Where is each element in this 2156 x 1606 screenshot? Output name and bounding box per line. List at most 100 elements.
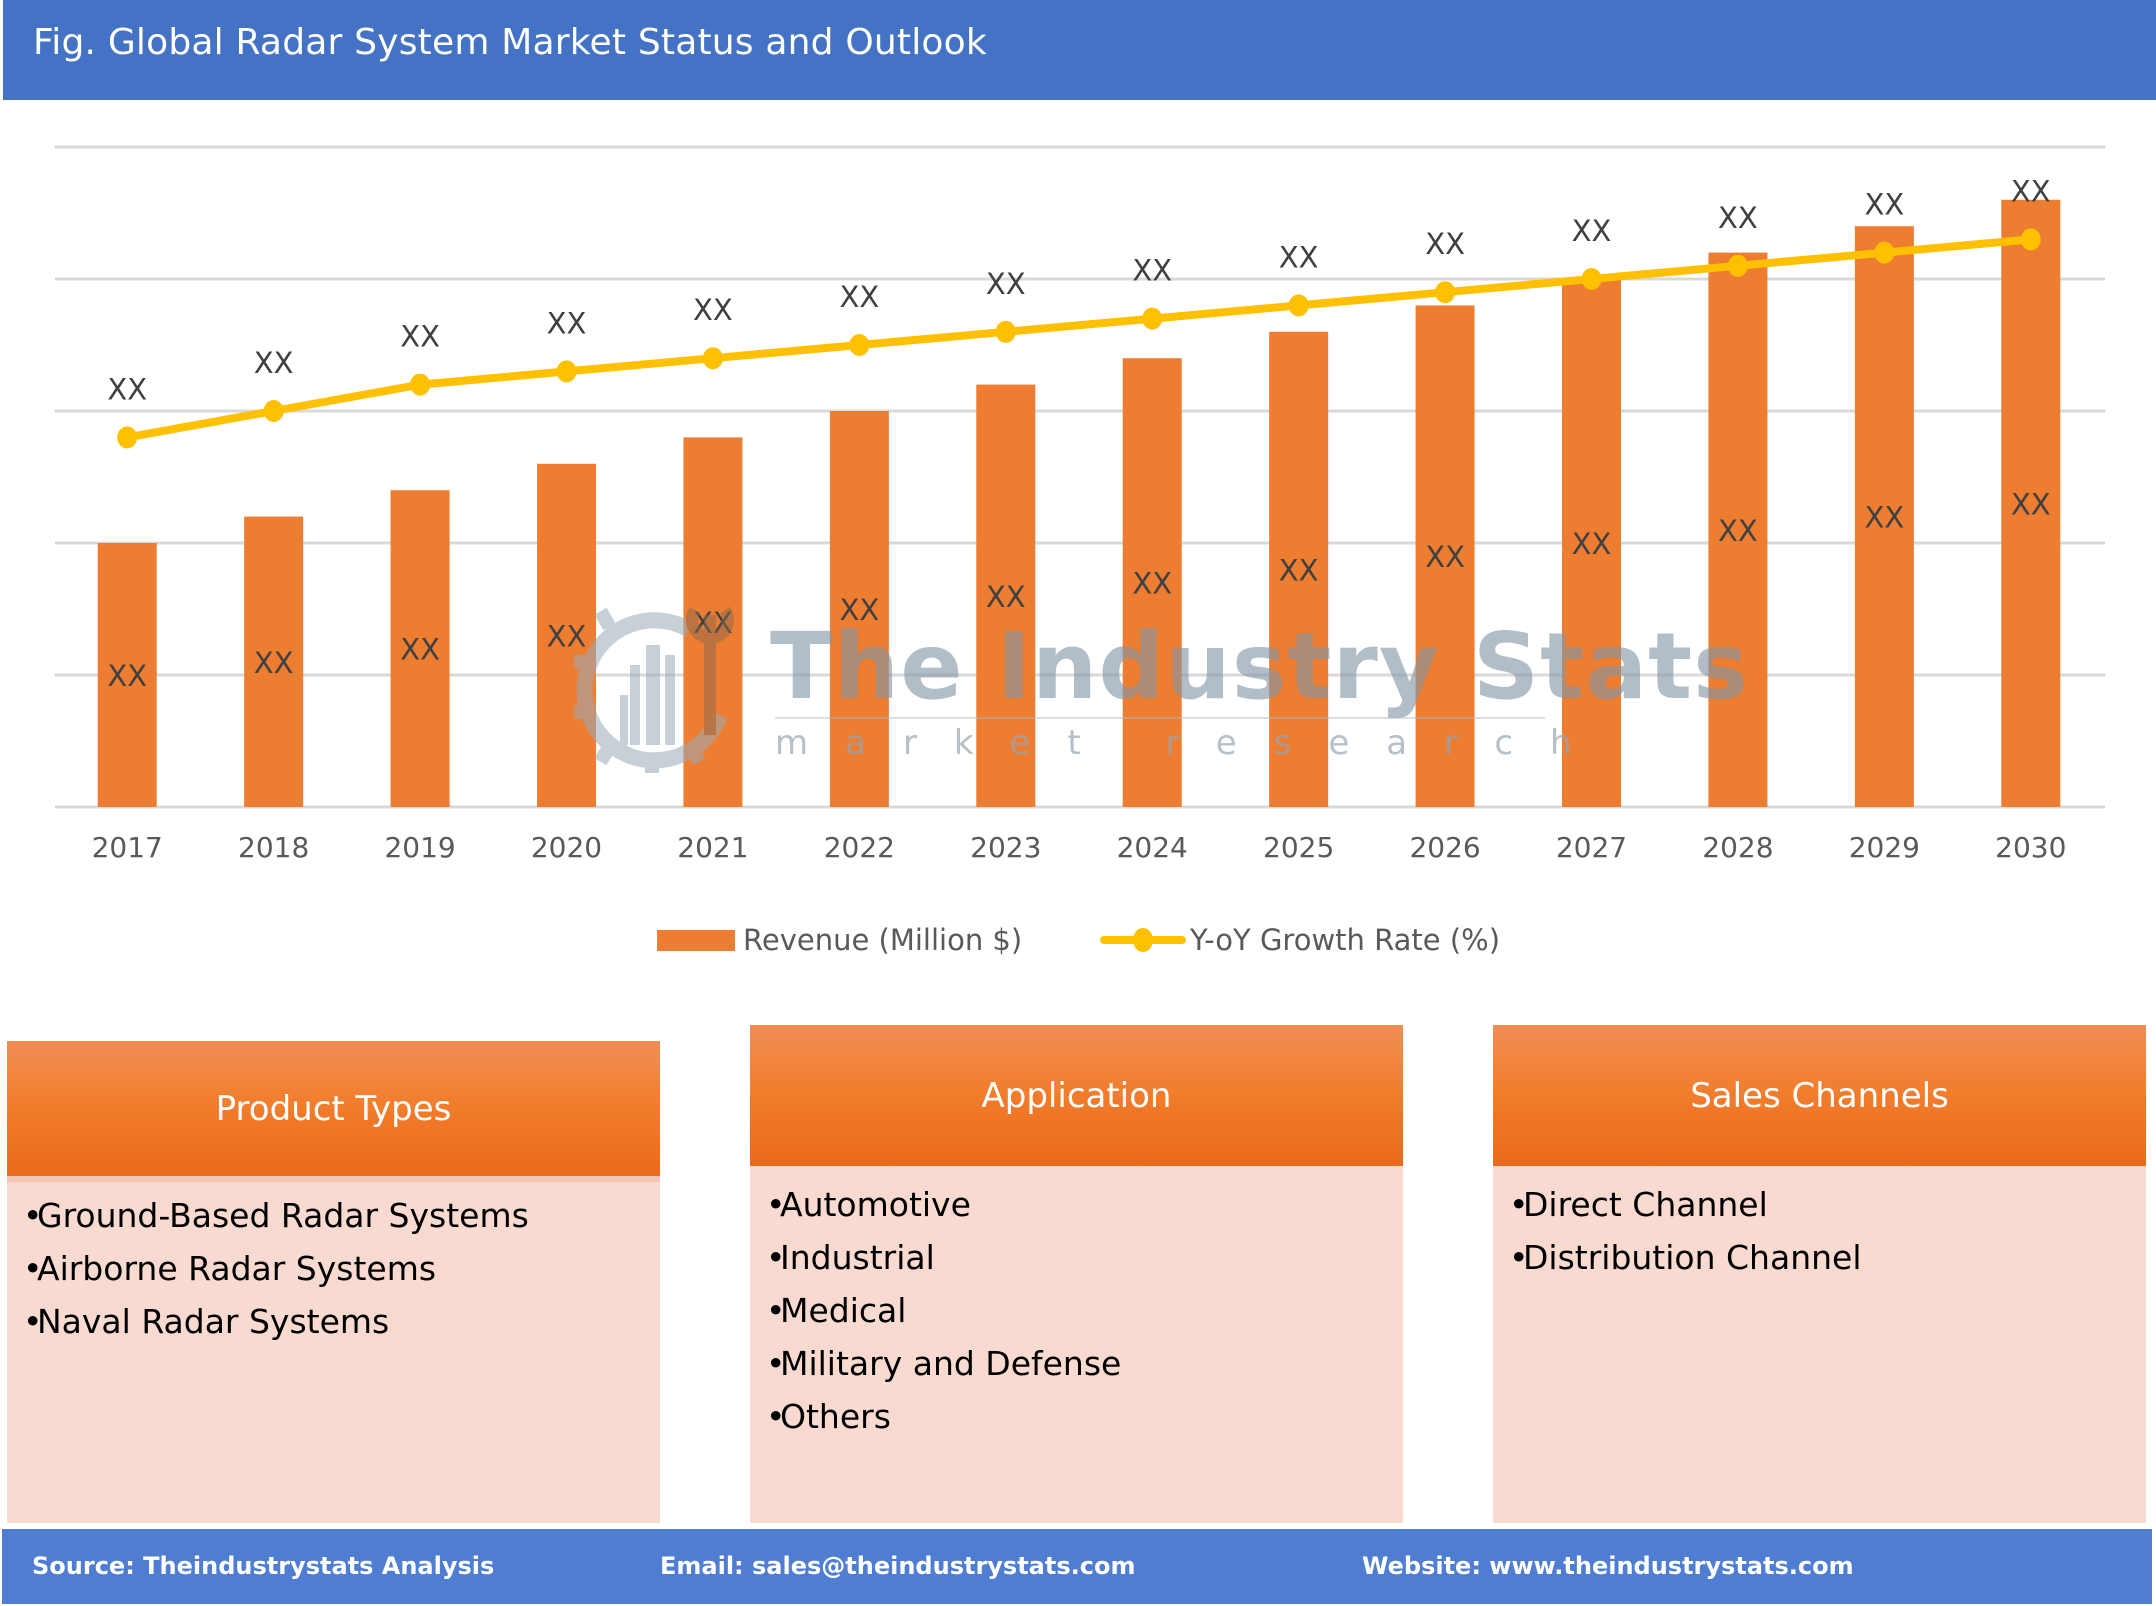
x-tick-label: 2029	[1849, 831, 1920, 864]
legend-label-growth: Y-oY Growth Rate (%)	[1190, 923, 1501, 957]
growth-data-label: XX	[693, 293, 733, 327]
footer-source: Source: Theindustrystats Analysis	[32, 1552, 495, 1580]
revenue-data-label: XX	[1132, 567, 1172, 601]
growth-marker-2029	[1874, 241, 1895, 264]
list-item-text: Automotive	[780, 1185, 971, 1224]
growth-marker-2020	[556, 360, 577, 383]
list-item-text: Direct Channel	[1523, 1185, 1768, 1224]
revenue-data-label: XX	[1864, 501, 1904, 535]
x-tick-label: 2022	[824, 831, 895, 864]
bullet-icon: •	[766, 1397, 786, 1436]
growth-data-label: XX	[1718, 201, 1758, 235]
segment-header: Product Types	[7, 1041, 660, 1176]
growth-data-label: XX	[254, 346, 294, 380]
x-tick-label: 2025	[1263, 831, 1334, 864]
segment-header: Application	[750, 1025, 1403, 1166]
line-marker-swatch-icon	[1100, 918, 1186, 962]
segment-list: •Automotive •Industrial •Medical •Milita…	[766, 1178, 1393, 1443]
chart-legend: Revenue (Million $) Y-oY Growth Rate (%)	[0, 918, 2156, 962]
segment-box-sales-channels: Sales Channels •Direct Channel •Distribu…	[1493, 1025, 2146, 1523]
growth-data-label: XX	[547, 306, 587, 340]
growth-marker-2019	[410, 373, 431, 396]
segment-list: •Direct Channel •Distribution Channel	[1509, 1178, 2136, 1284]
segment-title: Sales Channels	[1690, 1075, 1949, 1116]
bullet-icon: •	[1509, 1185, 1529, 1224]
footer: Source: Theindustrystats Analysis Email:…	[2, 1529, 2152, 1604]
revenue-data-label: XX	[1279, 553, 1319, 587]
x-tick-label: 2028	[1702, 831, 1773, 864]
x-tick-label: 2019	[384, 831, 455, 864]
footer-email[interactable]: Email: sales@theindustrystats.com	[660, 1552, 1135, 1580]
bullet-icon: •	[23, 1249, 43, 1288]
chart: XX XX XX XX XX XX XX XX XX XX XX XX XX XX XX XX XX XX XX X…	[55, 145, 2105, 864]
growth-data-label: XX	[1132, 254, 1172, 288]
list-item: •Airborne Radar Systems	[23, 1242, 650, 1295]
list-item: •Military and Defense	[766, 1337, 1393, 1390]
footer-website[interactable]: Website: www.theindustrystats.com	[1362, 1552, 1854, 1580]
growth-marker-2022	[849, 334, 870, 356]
list-item-text: Others	[780, 1397, 891, 1436]
growth-data-label: XX	[839, 280, 879, 314]
growth-data-label: XX	[107, 372, 147, 406]
segment-box-application: Application •Automotive •Industrial •Med…	[750, 1025, 1403, 1523]
x-axis-tick-labels: 2017 2018 2019 2020 2021 2022 2023 2024 2025 2026…	[92, 831, 2067, 864]
x-tick-label: 2020	[531, 831, 602, 864]
list-item: •Automotive	[766, 1178, 1393, 1231]
growth-data-label: XX	[986, 267, 1026, 301]
growth-data-label: XX	[1864, 188, 1904, 222]
list-item-text: Medical	[780, 1291, 907, 1330]
revenue-data-label: XX	[1718, 514, 1758, 548]
list-item-text: Airborne Radar Systems	[37, 1249, 437, 1288]
list-item-text: Industrial	[780, 1238, 935, 1277]
growth-marker-2030	[2020, 228, 2041, 251]
growth-marker-2017	[117, 426, 138, 449]
revenue-data-label: XX	[107, 659, 147, 693]
x-tick-label: 2026	[1409, 831, 1480, 864]
segment-box-product-types: Product Types •Ground-Based Radar System…	[7, 1041, 660, 1523]
growth-data-label: XX	[1572, 214, 1612, 248]
growth-marker-2024	[1142, 307, 1163, 330]
list-item-text: Distribution Channel	[1523, 1238, 1862, 1277]
bullet-icon: •	[766, 1344, 786, 1383]
growth-data-label: XX	[400, 320, 440, 354]
list-item-text: Military and Defense	[780, 1344, 1122, 1383]
growth-marker-2027	[1581, 268, 1602, 290]
revenue-data-label: XX	[1425, 540, 1465, 574]
revenue-data-label: XX	[547, 619, 587, 653]
title-bar: Fig. Global Radar System Market Status a…	[3, 0, 2156, 100]
bullet-icon: •	[766, 1185, 786, 1224]
list-item-text: Naval Radar Systems	[37, 1302, 390, 1341]
growth-marker-2023	[995, 320, 1016, 343]
list-item: •Others	[766, 1390, 1393, 1443]
x-tick-label: 2024	[1117, 831, 1188, 864]
revenue-data-label: XX	[2011, 487, 2051, 521]
revenue-data-label: XX	[1572, 527, 1612, 561]
list-item: •Naval Radar Systems	[23, 1295, 650, 1348]
segment-divider	[7, 1176, 660, 1182]
revenue-data-label: XX	[986, 580, 1026, 614]
list-item: •Direct Channel	[1509, 1178, 2136, 1231]
revenue-data-label: XX	[400, 633, 440, 667]
x-tick-label: 2027	[1556, 831, 1627, 864]
revenue-bars	[97, 199, 2061, 808]
legend-item-revenue: Revenue (Million $)	[657, 918, 1022, 962]
x-tick-label: 2030	[1995, 831, 2066, 864]
growth-marker-2028	[1727, 254, 1748, 277]
bullet-icon: •	[766, 1291, 786, 1330]
revenue-data-label: XX	[839, 593, 879, 627]
list-item: •Medical	[766, 1284, 1393, 1337]
growth-marker-2025	[1288, 294, 1309, 317]
growth-marker-2018	[263, 400, 284, 422]
legend-item-growth: Y-oY Growth Rate (%)	[1100, 918, 1500, 962]
segment-title: Application	[981, 1075, 1172, 1116]
gridlines	[55, 145, 2105, 809]
segment-title: Product Types	[215, 1088, 452, 1129]
growth-data-label: XX	[1425, 227, 1465, 261]
x-tick-label: 2017	[92, 831, 163, 864]
bullet-icon: •	[23, 1196, 43, 1235]
list-item-text: Ground-Based Radar Systems	[37, 1196, 529, 1235]
bullet-icon: •	[1509, 1238, 1529, 1277]
x-tick-label: 2018	[238, 831, 309, 864]
legend-label-revenue: Revenue (Million $)	[743, 923, 1023, 957]
segment-list: •Ground-Based Radar Systems •Airborne Ra…	[23, 1189, 650, 1348]
